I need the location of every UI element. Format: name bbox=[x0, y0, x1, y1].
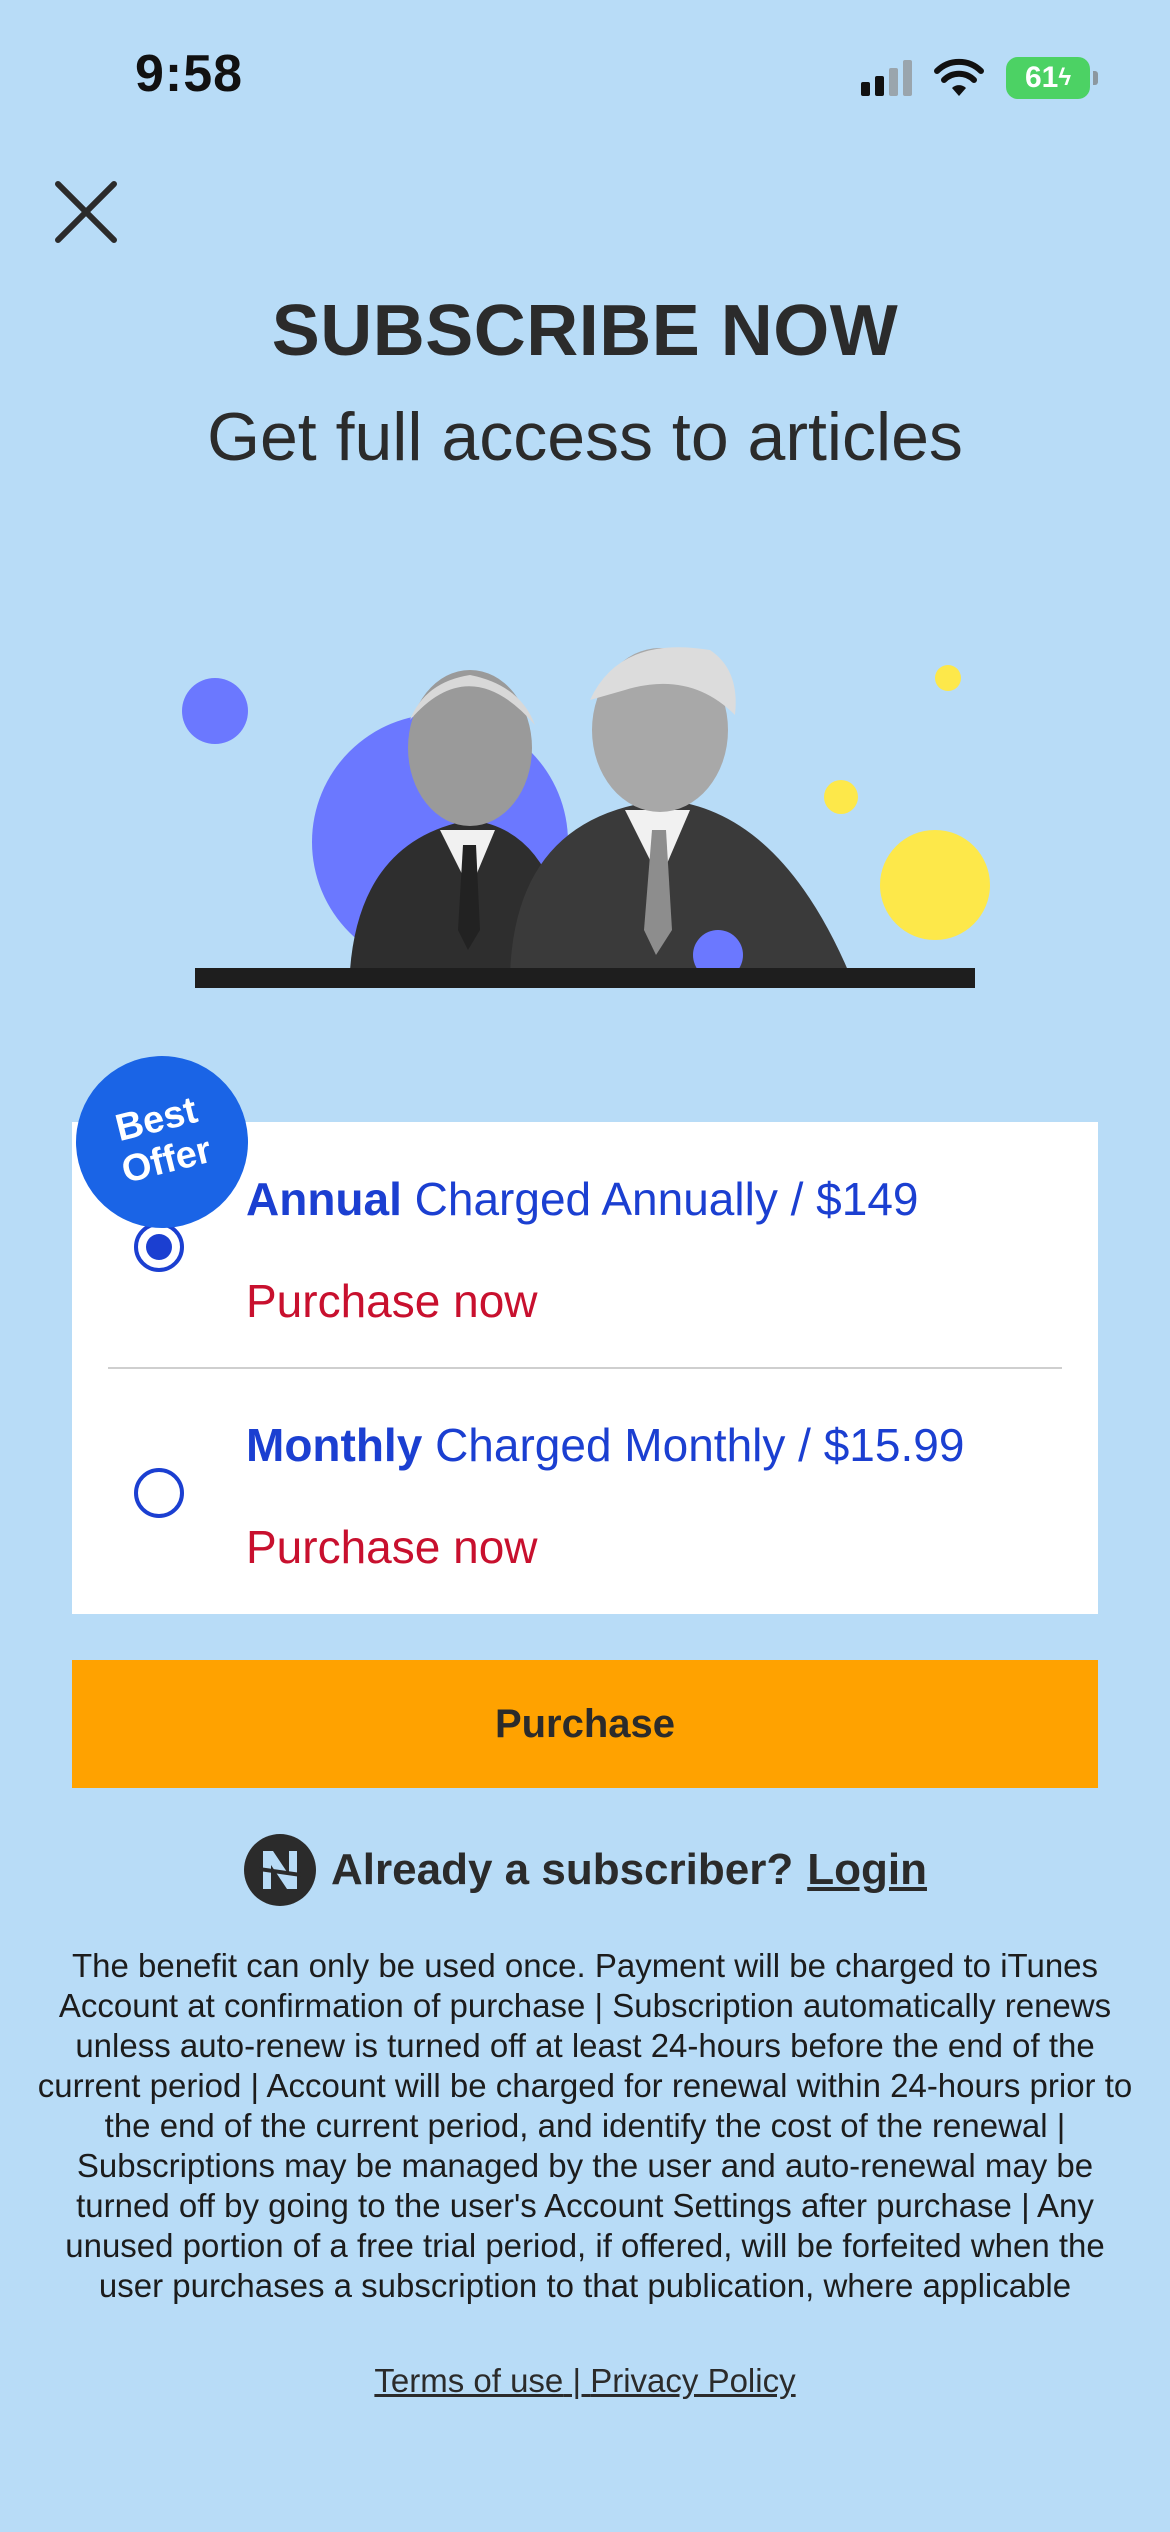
wifi-icon bbox=[934, 58, 984, 96]
privacy-policy-link[interactable]: Privacy Policy bbox=[590, 2362, 795, 2399]
page-subtitle: Get full access to articles bbox=[207, 399, 963, 475]
publication-logo-icon bbox=[244, 1834, 317, 1906]
monthly-purchase-now-link[interactable]: Purchase now bbox=[246, 1520, 538, 1574]
status-bar: 9:58 61 ϟ bbox=[0, 0, 1170, 150]
footer-separator: | bbox=[563, 2362, 591, 2399]
footer-links: Terms of use | Privacy Policy bbox=[0, 2362, 1170, 2400]
cellular-signal-icon bbox=[861, 60, 912, 96]
monthly-plan-detail: Charged Monthly / $15.99 bbox=[435, 1419, 965, 1471]
hero-illustration bbox=[182, 647, 990, 988]
monthly-plan-title[interactable]: Monthly Charged Monthly / $15.99 bbox=[246, 1418, 964, 1472]
battery-level: 61 bbox=[1024, 61, 1059, 94]
decor-circle-yellow-medium bbox=[824, 780, 858, 814]
annual-radio-button[interactable] bbox=[134, 1222, 184, 1272]
annual-plan-title[interactable]: Annual Charged Annually / $149 bbox=[246, 1172, 919, 1226]
annual-plan-name: Annual bbox=[246, 1173, 402, 1225]
plan-option-monthly[interactable]: Monthly Charged Monthly / $15.99 Purchas… bbox=[72, 1368, 1098, 1614]
ground-bar bbox=[195, 968, 975, 988]
login-prompt: Already a subscriber? bbox=[331, 1845, 794, 1894]
status-icons: 61 ϟ bbox=[861, 54, 1098, 102]
status-time: 9:58 bbox=[135, 45, 244, 103]
login-link[interactable]: Login bbox=[807, 1845, 927, 1895]
purchase-button[interactable]: Purchase bbox=[72, 1660, 1098, 1788]
monthly-radio-button[interactable] bbox=[134, 1468, 184, 1518]
decor-circle-yellow-small bbox=[935, 665, 961, 691]
decor-circle-small-blue bbox=[182, 678, 248, 744]
battery-icon: 61 ϟ bbox=[1006, 57, 1098, 99]
legal-disclaimer: The benefit can only be used once. Payme… bbox=[37, 1947, 1133, 2304]
charging-bolt-icon: ϟ bbox=[1058, 64, 1072, 91]
terms-of-use-link[interactable]: Terms of use bbox=[374, 2362, 563, 2399]
decor-circle-yellow-large bbox=[880, 830, 990, 940]
page-title: SUBSCRIBE NOW bbox=[271, 291, 899, 371]
login-row: Already a subscriber? Login bbox=[0, 1830, 1170, 1910]
close-icon[interactable] bbox=[52, 178, 120, 246]
monthly-plan-name: Monthly bbox=[246, 1419, 423, 1471]
annual-purchase-now-link[interactable]: Purchase now bbox=[246, 1274, 538, 1328]
annual-plan-detail: Charged Annually / $149 bbox=[414, 1173, 919, 1225]
